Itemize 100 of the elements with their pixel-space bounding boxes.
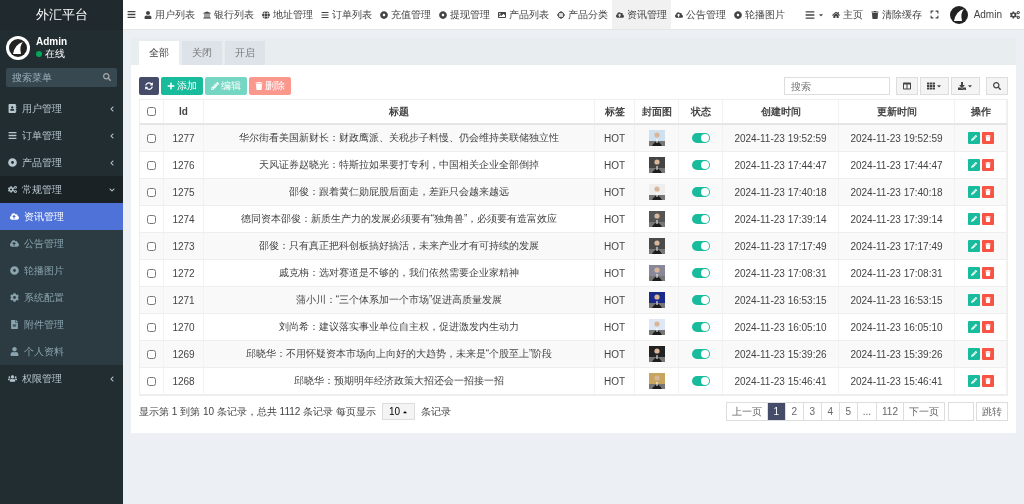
row-checkbox[interactable] — [147, 322, 156, 332]
edit-button[interactable] — [967, 186, 980, 198]
trash-icon — [255, 82, 263, 90]
status-toggle[interactable] — [691, 241, 710, 251]
menu-icon[interactable] — [127, 10, 136, 19]
jump-button[interactable]: 跳转 — [976, 402, 1008, 421]
sidebar-subitem[interactable]: 轮播图片 — [0, 257, 123, 284]
row-checkbox[interactable] — [147, 268, 156, 278]
image-file-icon — [10, 320, 19, 329]
edit-button[interactable] — [967, 240, 980, 252]
search-field[interactable]: 搜索 — [784, 77, 890, 95]
page-input[interactable] — [948, 402, 974, 421]
row-checkbox[interactable] — [147, 187, 156, 197]
page-button[interactable]: 112 — [876, 402, 904, 421]
nav-tab[interactable]: 产品列表 — [494, 0, 553, 29]
sidebar-subitem[interactable]: 附件管理 — [0, 311, 123, 338]
status-toggle[interactable] — [691, 376, 710, 386]
nav-tab[interactable]: 地址管理 — [258, 0, 317, 29]
delete-button[interactable] — [981, 132, 994, 144]
row-checkbox[interactable] — [147, 214, 156, 224]
edit-button[interactable] — [967, 159, 980, 171]
delete-button[interactable] — [981, 321, 994, 333]
row-checkbox[interactable] — [147, 349, 156, 359]
delete-button[interactable] — [981, 267, 994, 279]
table-cell: 2024-11-23 17:40:18 — [839, 179, 955, 205]
sidebar-item[interactable]: 订单管理 — [0, 122, 123, 149]
table-cell: 2024-11-23 17:39:14 — [839, 206, 955, 232]
user-name: Admin — [36, 35, 68, 47]
columns-toggle-button[interactable] — [896, 77, 918, 95]
export-dropdown-button[interactable] — [951, 77, 980, 95]
nav-tab[interactable]: 订单列表 — [317, 0, 376, 29]
edit-button[interactable] — [967, 375, 980, 387]
delete-button[interactable] — [981, 348, 994, 360]
sidebar-item[interactable]: 产品管理 — [0, 149, 123, 176]
menu-search-field[interactable]: 搜索菜单 — [6, 68, 117, 87]
nav-tab[interactable]: 充值管理 — [376, 0, 435, 29]
filter-tab[interactable]: 全部 — [139, 41, 179, 65]
delete-button[interactable] — [981, 186, 994, 198]
page-button[interactable]: 下一页 — [903, 402, 945, 421]
status-toggle[interactable] — [691, 133, 710, 143]
table-cell: HOT — [595, 368, 635, 394]
status-toggle[interactable] — [691, 214, 710, 224]
sidebar-item[interactable]: 常规管理 — [0, 176, 123, 203]
status-toggle[interactable] — [691, 187, 710, 197]
edit-button[interactable] — [967, 132, 980, 144]
table-cell: HOT — [595, 287, 635, 313]
nav-tab[interactable]: 公告管理 — [671, 0, 730, 29]
sidebar-subitem[interactable]: 资讯管理 — [0, 203, 123, 230]
delete-button[interactable] — [981, 294, 994, 306]
table-cell: 德同资本邵俊：新质生产力的发展必须要有“独角兽”，必须要有造富效应 — [204, 206, 595, 232]
plus-icon — [167, 82, 175, 90]
status-toggle[interactable] — [691, 349, 710, 359]
trash-icon — [984, 189, 991, 195]
select-all-checkbox[interactable] — [147, 107, 156, 116]
filter-tab[interactable]: 开启 — [225, 41, 265, 65]
refresh-button[interactable] — [139, 77, 159, 95]
settings-icon[interactable] — [1010, 9, 1020, 20]
sidebar-subitem[interactable]: 公告管理 — [0, 230, 123, 257]
page-size-select[interactable]: 10 — [381, 403, 416, 420]
status-toggle[interactable] — [691, 322, 710, 332]
row-checkbox[interactable] — [147, 133, 156, 143]
edit-button[interactable] — [967, 267, 980, 279]
nav-tab[interactable]: 产品分类 — [553, 0, 612, 29]
nav-tab[interactable]: 提现管理 — [435, 0, 494, 29]
sidebar-item[interactable]: 用户管理 — [0, 95, 123, 122]
user-menu[interactable]: Admin — [942, 0, 1006, 29]
nav-tab[interactable]: 银行列表 — [199, 0, 258, 29]
fullscreen-icon[interactable] — [929, 10, 939, 19]
row-checkbox[interactable] — [147, 241, 156, 251]
status-toggle[interactable] — [691, 295, 710, 305]
delete-button[interactable] — [981, 240, 994, 252]
grid-dropdown-button[interactable] — [920, 77, 949, 95]
edit-button[interactable] — [967, 213, 980, 225]
row-checkbox[interactable] — [147, 160, 156, 170]
status-toggle[interactable] — [691, 160, 710, 170]
nav-tab[interactable]: 用户列表 — [140, 0, 199, 29]
chevron-left-icon — [109, 375, 115, 382]
row-checkbox[interactable] — [147, 376, 156, 386]
edit-button[interactable] — [967, 294, 980, 306]
row-checkbox[interactable] — [147, 295, 156, 305]
delete-button[interactable] — [981, 159, 994, 171]
page-button[interactable]: 上一页 — [725, 402, 768, 421]
sidebar-item[interactable]: 权限管理 — [0, 365, 123, 392]
delete-button[interactable] — [981, 375, 994, 387]
column-header: 操作 — [955, 100, 1007, 123]
edit-button[interactable] — [967, 321, 980, 333]
top-link[interactable]: 清除缓存 — [866, 0, 926, 29]
search-button[interactable] — [986, 77, 1008, 95]
table-cell: 邱晓华：不用怀疑资本市场向上向好的大趋势，未来是“个股至上”阶段 — [204, 341, 595, 367]
nav-tab[interactable]: 资讯管理 — [612, 0, 671, 29]
sidebar-subitem[interactable]: 个人资料 — [0, 338, 123, 365]
delete-button[interactable] — [981, 213, 994, 225]
sidebar-subitem[interactable]: 系统配置 — [0, 284, 123, 311]
nav-tab[interactable]: 轮播图片 — [730, 0, 789, 29]
table-cell: 华尔街看美国新财长：财政鹰派、关税步子料慢、仍会维持美联储独立性 — [204, 125, 595, 151]
filter-tab[interactable]: 关闭 — [182, 41, 222, 65]
top-link[interactable]: 主页 — [827, 0, 867, 29]
table-cell: HOT — [595, 260, 635, 286]
edit-button[interactable] — [967, 348, 980, 360]
status-toggle[interactable] — [691, 268, 710, 278]
